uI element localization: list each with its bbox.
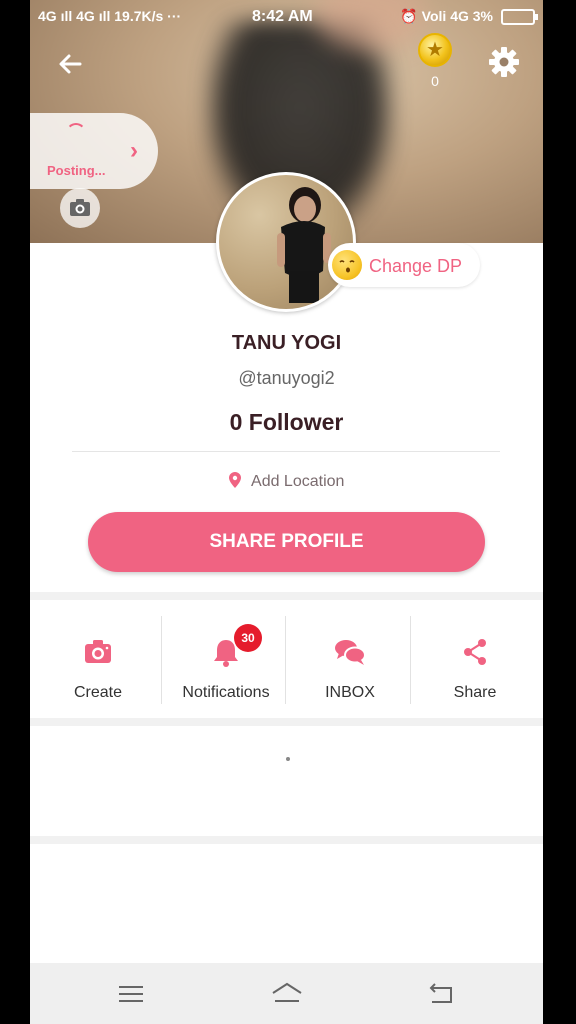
notifications-button[interactable]: 30 Notifications <box>162 600 290 718</box>
settings-button[interactable] <box>486 44 522 80</box>
share-profile-button[interactable]: SHARE PROFILE <box>88 512 485 572</box>
avatar[interactable] <box>216 172 356 312</box>
profile-name: TANU YOGI <box>231 332 342 354</box>
action-row: Create 30 Notifications INBOX Share <box>30 600 543 718</box>
status-bar: 4G ıll 4G ıll 19.7K/s ··· 8:42 AM ⏰ Voli… <box>30 0 543 32</box>
share-label: Share <box>453 684 497 701</box>
section-separator <box>30 836 543 844</box>
chat-bubbles-icon <box>335 640 366 665</box>
section-separator <box>30 592 543 600</box>
create-button[interactable]: Create <box>34 600 162 718</box>
battery-icon <box>501 9 538 25</box>
back-nav-button[interactable] <box>426 979 456 1009</box>
camera-icon <box>70 199 90 216</box>
back-arrow-icon <box>59 54 82 74</box>
menu-icon <box>119 986 143 1002</box>
create-label: Create <box>73 684 123 701</box>
avatar-photo <box>219 175 353 309</box>
posting-label: Posting... <box>47 163 106 178</box>
avatar-figure <box>277 187 331 303</box>
coin-icon[interactable]: ★ <box>418 33 452 67</box>
back-button[interactable] <box>54 48 86 80</box>
loading-spinner-icon <box>66 123 86 143</box>
camera-icon <box>85 640 111 663</box>
change-cover-button[interactable] <box>60 188 100 228</box>
change-dp-button[interactable]: Change DP <box>328 243 480 287</box>
return-icon <box>429 983 452 1003</box>
change-dp-label: Change DP <box>369 256 463 276</box>
clock: 8:42 AM <box>252 8 313 25</box>
notification-badge: 30 <box>234 624 262 652</box>
status-right: ⏰ Voli 4G 3% <box>400 8 493 24</box>
add-location-label: Add Location <box>251 473 345 490</box>
inbox-button[interactable]: INBOX <box>286 600 414 718</box>
location-pin-icon <box>228 472 245 490</box>
kissing-face-icon <box>332 250 362 280</box>
section-separator <box>30 718 543 726</box>
loading-dot <box>286 757 290 761</box>
share-icon <box>464 639 486 665</box>
coin-count: 0 <box>431 73 439 89</box>
chevron-right-icon: › <box>130 137 138 164</box>
add-location-button[interactable]: Add Location <box>30 472 543 491</box>
posting-status-pill[interactable]: Posting... › <box>30 113 158 189</box>
gear-icon <box>489 47 519 77</box>
profile-screen: 4G ıll 4G ıll 19.7K/s ··· 8:42 AM ⏰ Voli… <box>30 0 543 1024</box>
follower-count[interactable]: 0 Follower <box>30 409 543 436</box>
inbox-label: INBOX <box>325 684 375 701</box>
divider <box>72 451 500 452</box>
home-button[interactable] <box>270 979 304 1009</box>
notifications-label: Notifications <box>182 684 270 701</box>
share-button[interactable]: Share <box>411 600 539 718</box>
signal-status: 4G ıll 4G ıll 19.7K/s ··· <box>38 8 182 24</box>
home-icon <box>272 982 302 1002</box>
system-nav-bar <box>30 963 543 1024</box>
profile-handle: @tanuyogi2 <box>238 368 335 388</box>
menu-button[interactable] <box>116 979 146 1009</box>
